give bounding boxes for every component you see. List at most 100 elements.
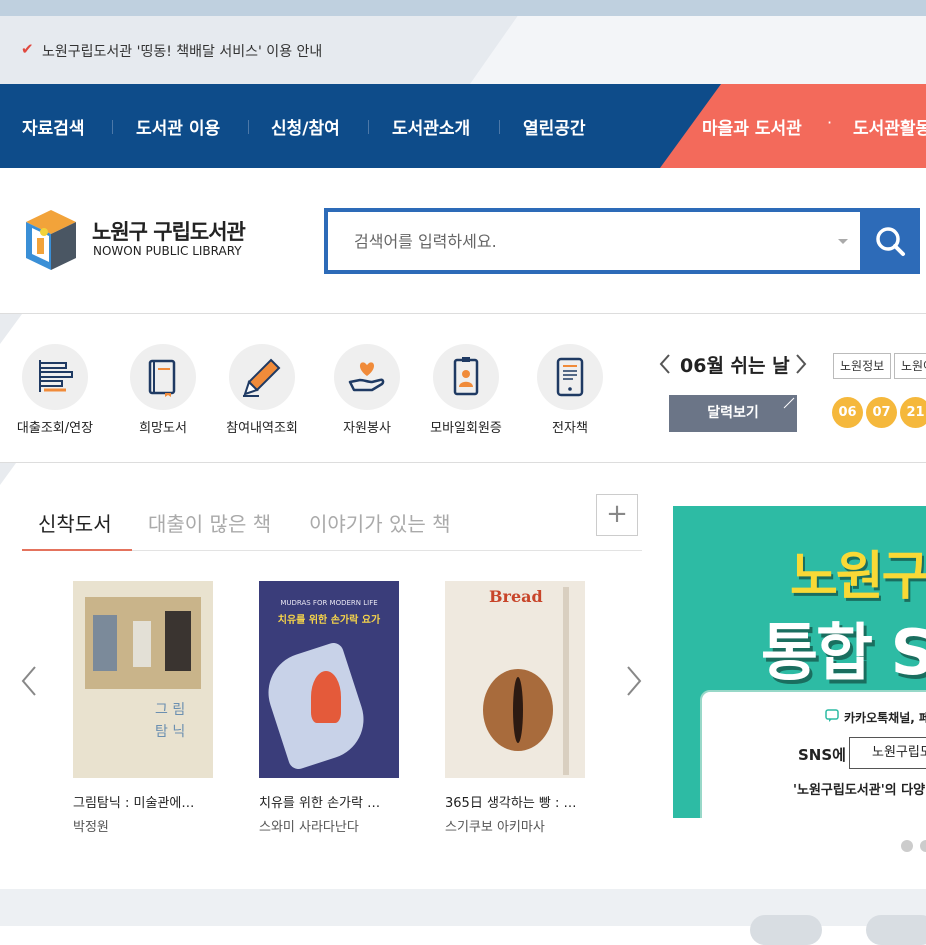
nav-item-about[interactable]: 도서관소개 — [392, 114, 470, 139]
cover-title: 그 림 탐 닉 — [155, 702, 186, 740]
divider — [0, 313, 926, 314]
search-button[interactable] — [860, 212, 920, 270]
quick-circle — [22, 344, 88, 410]
notice-bar: ✔ 노원구립도서관 '띵동! 책배달 서비스' 이용 안내 — [0, 16, 926, 84]
nav-item-apply[interactable]: 신청/참여 — [271, 114, 340, 139]
nav-item-village[interactable]: 마을과 도서관 — [702, 114, 802, 139]
more-button[interactable]: + — [596, 494, 638, 536]
nav-separator — [368, 120, 369, 134]
calendar-button[interactable]: 달력보기 — [669, 395, 797, 432]
quick-link-ebook[interactable]: 전자책 — [520, 344, 620, 436]
top-strip — [0, 0, 926, 16]
quick-link-wish-book[interactable]: 희망도서 — [113, 344, 213, 436]
book-author: 박정원 — [73, 820, 109, 835]
main-navigation: 자료검색 도서관 이용 신청/참여 도서관소개 열린공간 마을과 도서관 · 도… — [0, 84, 926, 168]
search-icon — [876, 227, 905, 256]
list-icon — [39, 360, 73, 392]
tablet-icon — [556, 357, 584, 397]
nav-item-open-space[interactable]: 열린공간 — [523, 114, 586, 139]
quick-circle — [229, 344, 295, 410]
banner-line1: 노원구 — [790, 547, 926, 607]
book-author: 스기쿠보 아키마사 — [445, 820, 545, 835]
search-input[interactable] — [328, 212, 856, 270]
holiday-title: 06월 쉬는 날 — [680, 355, 790, 377]
quick-label: 모바일회원증 — [430, 421, 502, 436]
quick-circle — [334, 344, 400, 410]
nav-item-activity[interactable]: 도서관활동 — [853, 114, 926, 139]
chevron-left-icon[interactable] — [20, 665, 38, 697]
quick-circle — [537, 344, 603, 410]
book-cover[interactable]: MUDRAS FOR MODERN LIFE 치유를 위한 손가락 요가 — [259, 581, 399, 778]
tab-story-books[interactable]: 이야기가 있는 책 — [309, 508, 451, 537]
pager-dot[interactable] — [901, 840, 913, 852]
book-cover[interactable]: 그 림 탐 닉 — [73, 581, 213, 778]
footer-pill[interactable] — [750, 915, 822, 945]
chevron-right-icon[interactable] — [625, 665, 643, 697]
corner-mark-icon — [783, 397, 795, 409]
heart-hand-icon — [348, 362, 385, 392]
quick-label: 대출조회/연장 — [16, 421, 94, 436]
book-title[interactable]: 365日 생각하는 빵 : … — [445, 792, 595, 811]
footer-pill[interactable] — [866, 915, 926, 945]
holiday-day: 07 — [866, 397, 897, 428]
pager-dot[interactable] — [920, 840, 926, 852]
divider — [0, 462, 926, 463]
nav-separator — [112, 120, 113, 134]
quick-link-volunteer[interactable]: 자원봉사 — [317, 344, 417, 436]
library-logo-icon — [26, 210, 76, 270]
chat-icon — [825, 709, 839, 722]
holiday-day: 06 — [832, 397, 863, 428]
check-icon: ✔ — [21, 40, 34, 58]
tag-nowon-kids[interactable]: 노원어린 — [894, 353, 926, 379]
banner-kakao-text: 카카오톡채널, 페 — [844, 711, 926, 725]
banner-sns-label: SNS에 — [798, 746, 846, 764]
calendar-button-label: 달력보기 — [707, 405, 759, 421]
tab-popular-books[interactable]: 대출이 많은 책 — [148, 508, 271, 537]
book-item[interactable]: Bread 365日 생각하는 빵 : … 스기쿠보 아키마사 — [445, 581, 595, 835]
cover-top-text: MUDRAS FOR MODERN LIFE — [280, 599, 378, 607]
chevron-down-icon[interactable] — [838, 239, 848, 244]
nav-item-search[interactable]: 자료검색 — [22, 114, 85, 139]
cover-art — [165, 611, 191, 671]
quick-link-mobile-card[interactable]: 모바일회원증 — [416, 344, 516, 436]
quick-circle — [130, 344, 196, 410]
cover-art — [513, 677, 523, 743]
notice-link[interactable]: 노원구립도서관 '띵동! 책배달 서비스' 이용 안내 — [42, 41, 322, 61]
id-badge-icon — [453, 357, 479, 396]
quick-label: 참여내역조회 — [226, 421, 298, 436]
book-cover[interactable]: Bread — [445, 581, 585, 778]
nav-separator — [248, 120, 249, 134]
chevron-right-icon[interactable] — [794, 353, 808, 375]
decor-corner — [0, 463, 16, 485]
book-title[interactable]: 그림탐닉 : 미술관에… — [73, 792, 223, 811]
chevron-left-icon[interactable] — [658, 353, 672, 375]
book-author: 스와미 사라다난다 — [259, 820, 359, 835]
banner-line2: 통합 S — [761, 616, 926, 689]
cover-spine-text — [563, 587, 569, 775]
banner-sns-box: 노원구립도 — [849, 737, 926, 769]
cover-title: Bread — [489, 587, 543, 606]
nav-dot: · — [827, 113, 833, 132]
quick-link-loan[interactable]: 대출조회/연장 — [5, 344, 105, 436]
quick-label: 희망도서 — [139, 421, 187, 436]
cover-title: 치유를 위한 손가락 요가 — [277, 615, 381, 626]
book-item[interactable]: MUDRAS FOR MODERN LIFE 치유를 위한 손가락 요가 치유를… — [259, 581, 409, 835]
site-logo[interactable]: 노원구 구립도서관 NOWON PUBLIC LIBRARY — [22, 208, 252, 272]
nav-item-library-use[interactable]: 도서관 이용 — [136, 114, 220, 139]
holiday-day: 21 — [900, 397, 926, 428]
notice-diagonal — [470, 16, 926, 84]
pencil-icon — [243, 358, 281, 397]
book-title[interactable]: 치유를 위한 손가락 … — [259, 792, 409, 811]
logo-english: NOWON PUBLIC LIBRARY — [93, 244, 242, 258]
tab-new-books[interactable]: 신착도서 — [38, 508, 112, 537]
quick-label: 자원봉사 — [343, 421, 391, 436]
cover-art — [311, 671, 341, 723]
search-box — [324, 208, 920, 274]
book-icon — [148, 359, 176, 397]
decor-corner — [0, 314, 22, 344]
quick-link-participation[interactable]: 참여내역조회 — [212, 344, 312, 436]
book-item[interactable]: 그 림 탐 닉 그림탐닉 : 미술관에… 박정원 — [73, 581, 223, 835]
cover-art — [93, 615, 117, 671]
promo-banner[interactable]: 노원구 통합 S 카카오톡채널, 페 SNS에 노원구립도 '노원구립도서관'의… — [673, 506, 926, 818]
tag-nowon-info[interactable]: 노원정보 — [833, 353, 892, 379]
